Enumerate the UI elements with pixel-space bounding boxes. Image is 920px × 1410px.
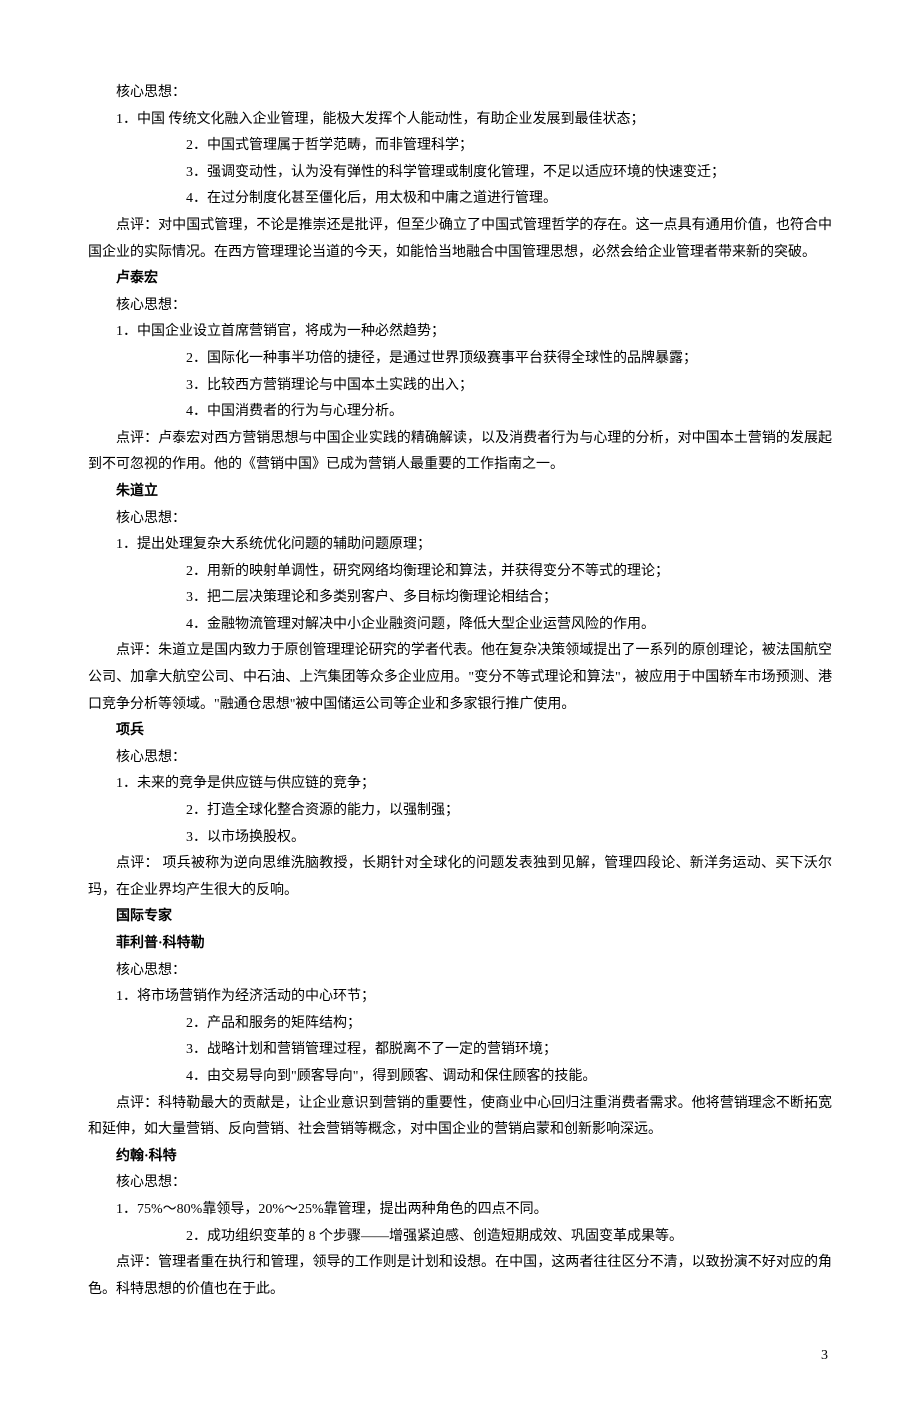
list-item: 4．在过分制度化甚至僵化后，用太极和中庸之道进行管理。 [88,186,832,213]
list-item: 2．用新的映射单调性，研究网络均衡理论和算法，并获得变分不等式的理论； [88,559,832,586]
list-item: 1．中国 传统文化融入企业管理，能极大发挥个人能动性，有助企业发展到最佳状态； [88,107,832,134]
list-item: 3．战略计划和营销管理过程，都脱离不了一定的营销环境； [88,1037,832,1064]
comment-paragraph: 点评：朱道立是国内致力于原创管理理论研究的学者代表。他在复杂决策领域提出了一系列… [88,638,832,718]
list-item: 4．金融物流管理对解决中小企业融资问题，降低大型企业运营风险的作用。 [88,612,832,639]
list-item: 3．强调变动性，认为没有弹性的科学管理或制度化管理，不足以适应环境的快速变迁； [88,160,832,187]
list-item: 3．比较西方营销理论与中国本土实践的出入； [88,373,832,400]
list-item: 2．国际化一种事半功倍的捷径，是通过世界顶级赛事平台获得全球性的品牌暴露； [88,346,832,373]
list-item: 3．把二层决策理论和多类别客户、多目标均衡理论相结合； [88,585,832,612]
core-ideas-heading: 核心思想： [88,745,832,772]
expert-name: 菲利普·科特勒 [88,931,832,958]
core-ideas-heading: 核心思想： [88,293,832,320]
comment-paragraph: 点评：对中国式管理，不论是推崇还是批评，但至少确立了中国式管理哲学的存在。这一点… [88,213,832,266]
list-item: 1．提出处理复杂大系统优化问题的辅助问题原理； [88,532,832,559]
expert-name: 卢泰宏 [88,266,832,293]
comment-paragraph: 点评：管理者重在执行和管理，领导的工作则是计划和设想。在中国，这两者往往区分不清… [88,1250,832,1303]
list-item: 4．由交易导向到"顾客导向"，得到顾客、调动和保住顾客的技能。 [88,1064,832,1091]
list-item: 1．中国企业设立首席营销官，将成为一种必然趋势； [88,319,832,346]
list-item: 2．中国式管理属于哲学范畴，而非管理科学； [88,133,832,160]
list-item: 1．75%～80%靠领导，20%～25%靠管理，提出两种角色的四点不同。 [88,1197,832,1224]
page-number: 3 [88,1343,832,1370]
list-item: 1．未来的竞争是供应链与供应链的竞争； [88,771,832,798]
section-heading-international: 国际专家 [88,904,832,931]
core-ideas-heading: 核心思想： [88,80,832,107]
comment-paragraph: 点评：科特勒最大的贡献是，让企业意识到营销的重要性，使商业中心回归注重消费者需求… [88,1091,832,1144]
list-item: 3．以市场换股权。 [88,825,832,852]
comment-paragraph: 点评：卢泰宏对西方营销思想与中国企业实践的精确解读，以及消费者行为与心理的分析，… [88,426,832,479]
list-item: 2．产品和服务的矩阵结构； [88,1011,832,1038]
core-ideas-heading: 核心思想： [88,506,832,533]
expert-name: 朱道立 [88,479,832,506]
list-item: 2．成功组织变革的 8 个步骤——增强紧迫感、创造短期成效、巩固变革成果等。 [88,1224,832,1251]
comment-paragraph: 点评： 项兵被称为逆向思维洗脑教授，长期针对全球化的问题发表独到见解，管理四段论… [88,851,832,904]
list-item: 4．中国消费者的行为与心理分析。 [88,399,832,426]
expert-name: 项兵 [88,718,832,745]
list-item: 1．将市场营销作为经济活动的中心环节； [88,984,832,1011]
list-item: 2．打造全球化整合资源的能力，以强制强； [88,798,832,825]
core-ideas-heading: 核心思想： [88,958,832,985]
core-ideas-heading: 核心思想： [88,1170,832,1197]
expert-name: 约翰·科特 [88,1144,832,1171]
